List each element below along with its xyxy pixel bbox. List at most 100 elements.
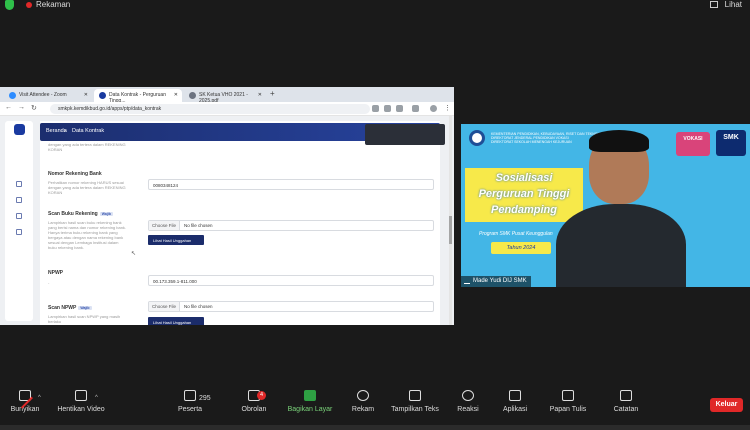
reload-icon[interactable]: ↻ — [31, 104, 37, 112]
person-hair — [589, 130, 649, 152]
apps-icon — [509, 390, 521, 401]
scan-buku-hint: Lampirkan hasil scan buku rekening bank … — [48, 220, 127, 250]
chevron-up-icon[interactable]: ^ — [95, 395, 98, 401]
web-page: Beranda › Data Kontrak dengan yang ada t… — [0, 116, 454, 325]
choose-file-button[interactable]: Choose File — [149, 221, 181, 230]
zoom-toolbar: Bunyikan ^ Hentikan Video ^ Peserta 295 … — [0, 385, 750, 430]
notes-icon — [620, 390, 632, 401]
whiteboard-icon — [562, 390, 574, 401]
view-button[interactable]: Lihat — [725, 0, 742, 9]
shared-screen: Visit Attendee - Zoom ✕ Data Kontrak - P… — [0, 87, 454, 325]
chevron-up-icon[interactable]: ^ — [38, 395, 41, 401]
apps-button[interactable]: Aplikasi — [500, 390, 530, 413]
security-shield-icon[interactable] — [5, 0, 14, 10]
profile-icon[interactable] — [430, 105, 437, 112]
user-menu-panel[interactable] — [365, 124, 445, 145]
npwp-field[interactable]: 00.173.359.1-811.000 — [148, 275, 434, 286]
close-icon[interactable]: ✕ — [84, 92, 88, 98]
new-tab-icon[interactable]: + — [270, 89, 275, 98]
share-screen-icon — [304, 390, 316, 401]
browser-tab-pdf[interactable]: SK Ketua VHO 2021 - 2025.pdf ✕ — [184, 89, 266, 104]
scan-buku-label-text: Scan Buku Rekening — [48, 211, 98, 217]
slide-title-line: Sosialisasi — [495, 172, 553, 184]
show-captions-button[interactable]: Tampilkan Teks — [390, 390, 440, 413]
scan-npwp-file-input[interactable]: Choose File No file chosen — [148, 301, 434, 312]
file-status: No file chosen — [184, 304, 213, 309]
breadcrumb-separator: › — [64, 128, 66, 134]
scrollbar-thumb[interactable] — [449, 216, 452, 244]
scan-npwp-label-text: Scan NPWP — [48, 305, 77, 311]
app-logo-icon[interactable] — [14, 124, 25, 135]
sidebar-wallet-icon[interactable] — [16, 181, 22, 187]
toolbar-label: Rekam — [351, 406, 375, 413]
browser-tab-data-kontrak[interactable]: Data Kontrak - Perguruan Tingg... ✕ — [94, 89, 182, 104]
menu-icon[interactable]: ⋮ — [444, 104, 451, 112]
kemdikbud-icon — [99, 92, 106, 99]
share-icon[interactable] — [384, 105, 391, 112]
person-body — [556, 204, 686, 287]
extensions-icon[interactable] — [412, 105, 419, 112]
ministry-logo-icon — [469, 130, 485, 146]
notes-button[interactable]: Catatan — [612, 390, 640, 413]
sidebar — [5, 121, 33, 321]
top-hint: dengan yang ada tertera dalam REKENING K… — [48, 142, 126, 152]
breadcrumb-current: Data Kontrak — [72, 128, 105, 134]
nomor-rekening-hint: Perhatikan nomor rekening HARUS sesuai d… — [48, 180, 126, 195]
leave-button[interactable]: Keluar — [710, 398, 743, 412]
url-field[interactable]: smkpk.kemdikbud.go.id/apps/ptp/data_kont… — [50, 104, 370, 114]
forward-icon[interactable]: → — [18, 104, 25, 111]
slide-program: Program SMK Pusat Keunggulan — [479, 231, 553, 237]
slide-title-line: Pendamping — [490, 204, 557, 216]
npwp-hint: - — [48, 280, 50, 285]
sidebar-document-icon[interactable] — [16, 197, 22, 203]
pdf-icon — [189, 92, 196, 99]
sidebar-document-icon[interactable] — [16, 213, 22, 219]
mouse-cursor-icon: ↖ — [131, 251, 137, 257]
translate-icon[interactable] — [372, 105, 379, 112]
sidebar-document-icon[interactable] — [16, 229, 22, 235]
zoom-top-bar: Rekaman Lihat — [0, 0, 750, 12]
zoom-icon — [9, 92, 16, 99]
star-icon[interactable] — [396, 105, 403, 112]
whiteboard-button[interactable]: Papan Tulis — [548, 390, 588, 413]
toolbar-label: Reaksi — [457, 406, 479, 413]
taskbar-strip — [0, 425, 750, 430]
participant-video-tile[interactable]: KEMENTERIAN PENDIDIKAN, KEBUDAYAAN, RISE… — [461, 124, 750, 287]
page-header: Beranda › Data Kontrak — [40, 123, 445, 145]
back-icon[interactable]: ← — [5, 104, 12, 111]
share-screen-button[interactable]: Bagikan Layar — [286, 390, 334, 413]
close-icon[interactable]: ✕ — [174, 92, 178, 98]
scan-npwp-label: Scan NPWP Wajib — [48, 305, 92, 311]
mute-button[interactable]: Bunyikan ^ — [8, 390, 42, 413]
reactions-button[interactable]: Reaksi — [456, 390, 480, 413]
stop-video-button[interactable]: Hentikan Video ^ — [55, 390, 107, 413]
participant-name: Made Yudi DIJ SMK — [473, 278, 527, 284]
participants-icon — [184, 390, 196, 401]
toolbar-label: Aplikasi — [502, 406, 528, 413]
page-scrollbar[interactable] — [449, 116, 452, 325]
record-button[interactable]: Rekam — [350, 390, 376, 413]
scan-buku-file-input[interactable]: Choose File No file chosen — [148, 220, 434, 231]
slide-badges: VOKASI SMK — [676, 130, 746, 156]
lihat-hasil-unggahan-button[interactable]: Lihat Hasil Unggahan — [148, 235, 204, 245]
nomor-rekening-label: Nomor Rekening Bank — [48, 171, 102, 177]
video-camera-icon — [75, 390, 87, 401]
toolbar-label: Papan Tulis — [549, 406, 587, 413]
browser-tab-zoom[interactable]: Visit Attendee - Zoom ✕ — [4, 89, 92, 102]
scan-npwp-hint: Lampirkan hasil scan NPWP yang masih ber… — [48, 314, 121, 324]
toolbar-label: Hentikan Video — [57, 406, 105, 413]
close-icon[interactable]: ✕ — [258, 92, 262, 98]
record-icon — [357, 390, 369, 401]
toolbar-label: Tampilkan Teks — [391, 406, 439, 413]
participant-count: 295 — [199, 395, 211, 402]
lihat-hasil-unggahan-button[interactable]: Lihat Hasil Unggahan — [148, 317, 204, 325]
toolbar-label: Bagikan Layar — [287, 406, 333, 413]
nomor-rekening-field[interactable]: 0080348124 — [148, 179, 434, 190]
view-grid-icon[interactable] — [710, 1, 718, 8]
smk-badge: SMK — [716, 130, 746, 156]
toolbar-label: Bunyikan — [10, 406, 40, 413]
signal-bars-icon — [464, 279, 470, 284]
required-badge: Wajib — [99, 212, 113, 216]
captions-icon — [409, 390, 421, 401]
choose-file-button[interactable]: Choose File — [149, 302, 181, 311]
